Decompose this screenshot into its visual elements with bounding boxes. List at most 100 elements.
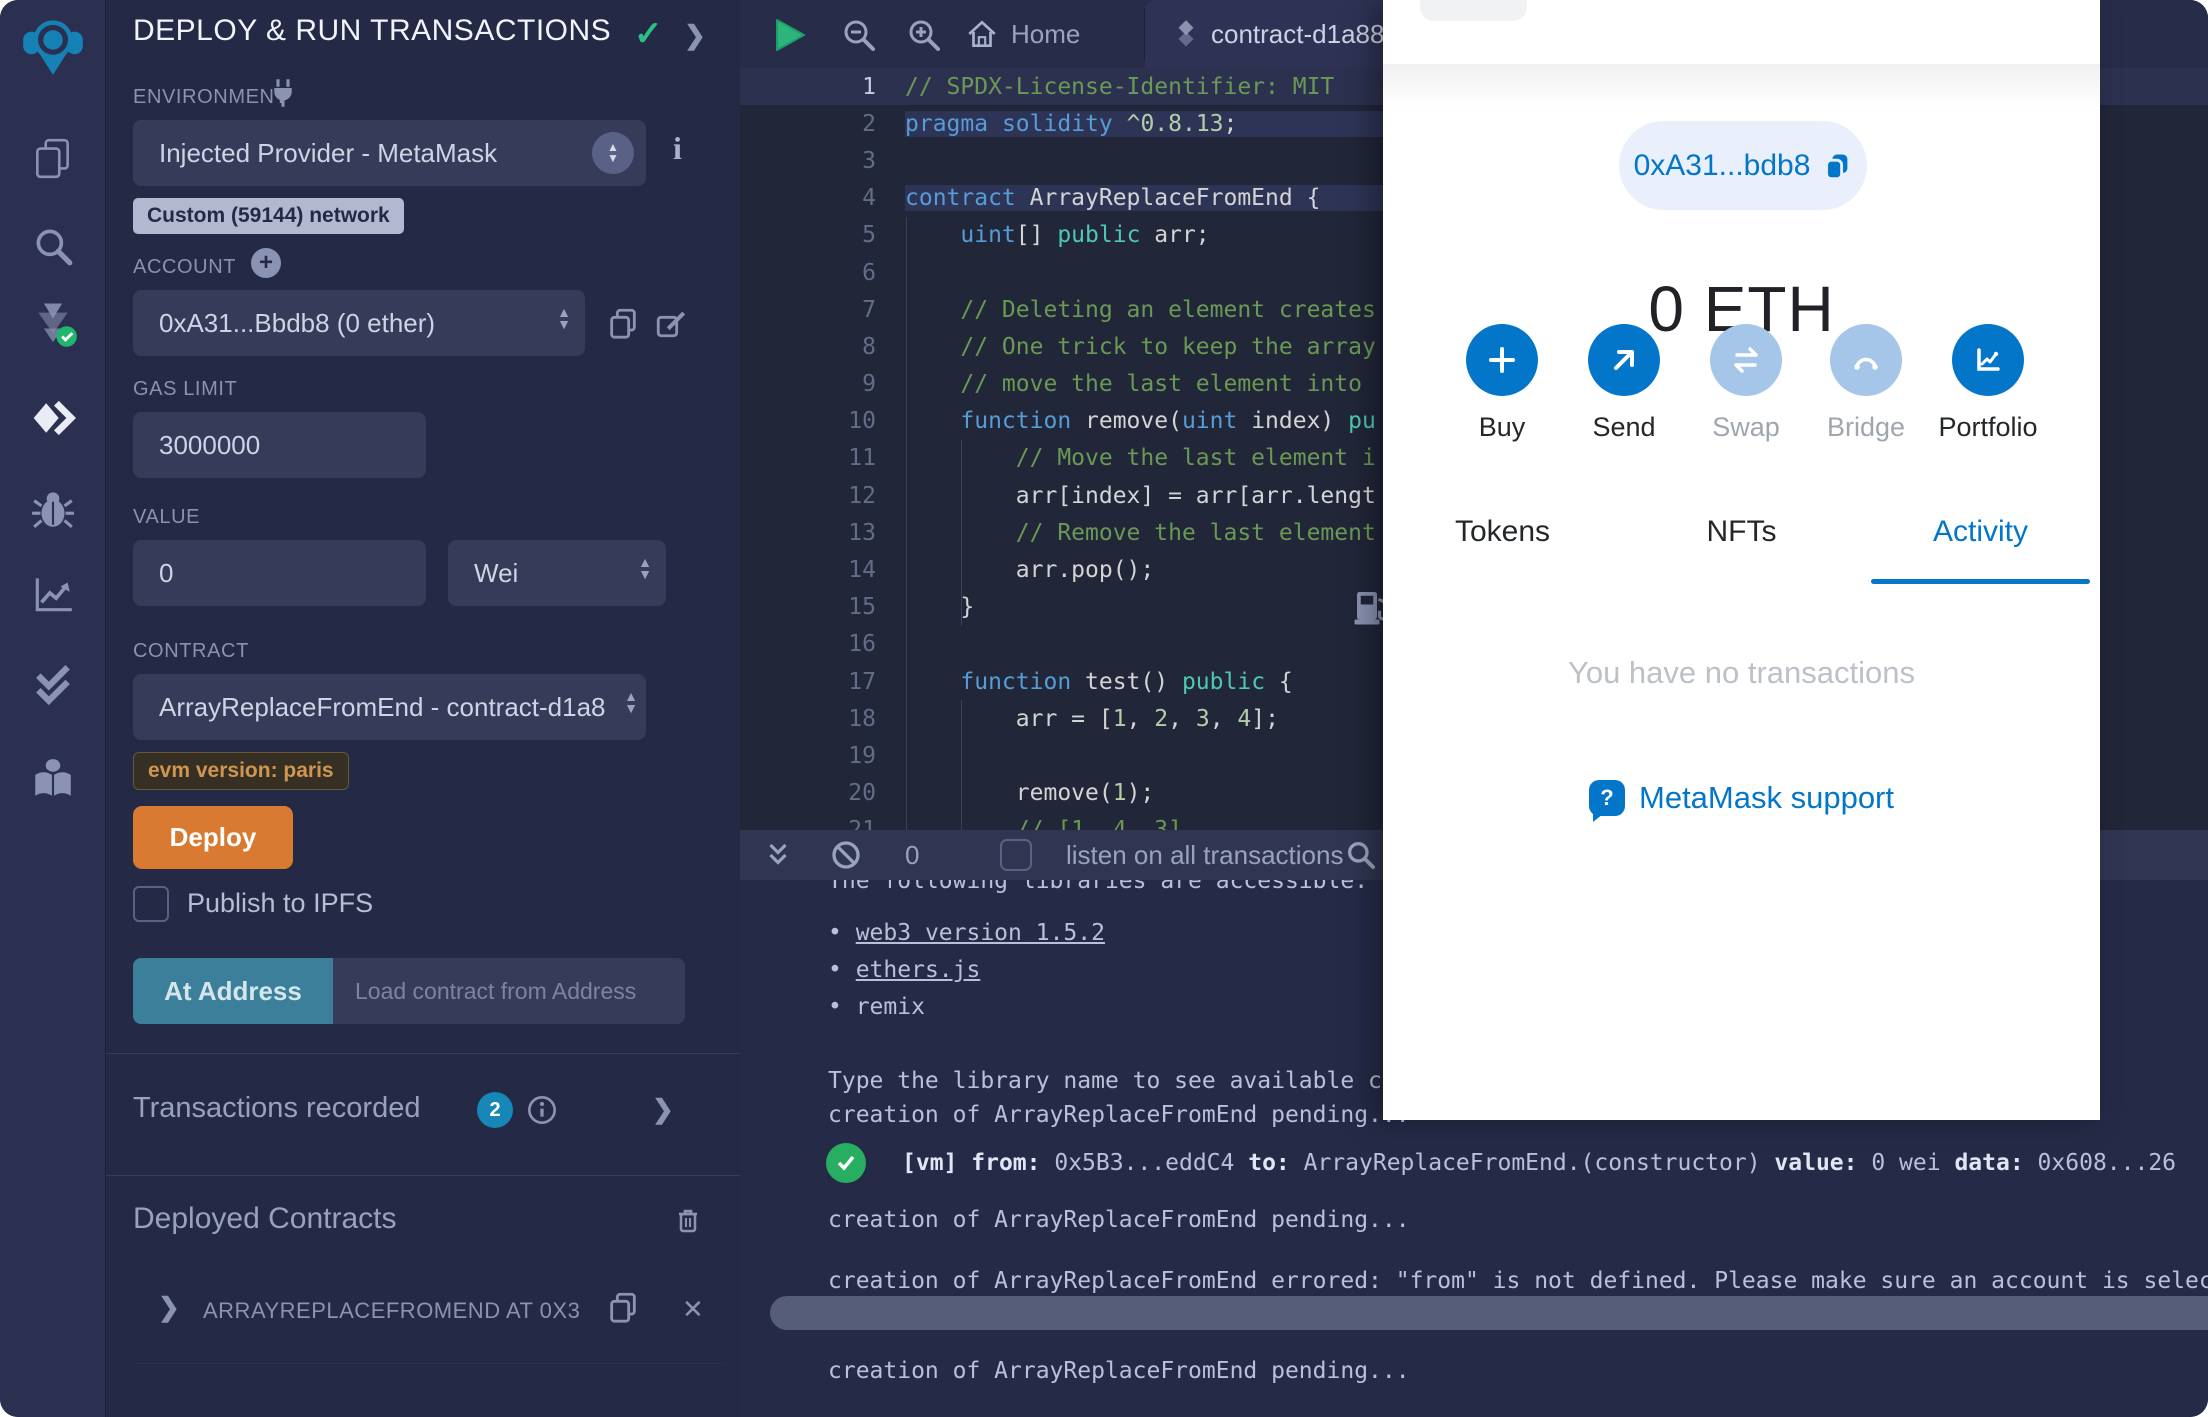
zoom-out-icon[interactable] xyxy=(840,16,878,54)
panel-check-icon: ✓ xyxy=(634,15,663,53)
environment-label: ENVIRONMENT xyxy=(133,86,288,108)
tab-tokens[interactable]: Tokens xyxy=(1383,507,1622,584)
network-badge: Custom (59144) network xyxy=(133,198,404,234)
line-number: 2 xyxy=(862,110,876,137)
sidebar-item-debugger[interactable] xyxy=(0,473,105,543)
pending-tx-count: 0 xyxy=(905,840,920,870)
clear-terminal-icon[interactable] xyxy=(830,839,862,871)
sidebar-item-learneth[interactable] xyxy=(0,743,105,813)
copy-deployed-icon[interactable] xyxy=(606,1290,640,1324)
buy-button[interactable] xyxy=(1466,324,1538,396)
terminal-log-line: • ethers.js xyxy=(828,957,981,983)
divider xyxy=(133,1363,725,1364)
listen-transactions-checkbox[interactable] xyxy=(1000,839,1032,871)
at-address-input[interactable] xyxy=(333,958,685,1024)
deployed-item-label: ARRAYREPLACEFROMEND AT 0X3 xyxy=(203,1298,581,1323)
line-number: 20 xyxy=(848,780,876,807)
account-select[interactable]: 0xA31...Bbdb8 (0 ether) ▲ ▼ xyxy=(133,290,585,356)
play-icon[interactable] xyxy=(773,17,807,53)
transactions-info-icon[interactable] xyxy=(526,1094,558,1126)
transactions-recorded-label: Transactions recorded xyxy=(133,1092,421,1124)
chart-icon xyxy=(1977,348,2000,371)
value-label: VALUE xyxy=(133,506,201,528)
sidebar-item-unit-testing[interactable] xyxy=(0,649,105,719)
portfolio-button[interactable] xyxy=(1952,324,2024,396)
remix-logo-icon xyxy=(22,20,83,75)
deploy-button[interactable]: Deploy xyxy=(133,806,293,869)
sidebar-item-search[interactable] xyxy=(0,211,105,281)
remix-ide-window: DEPLOY & RUN TRANSACTIONS ✓ ❯ ENVIRONMEN… xyxy=(0,0,2208,1417)
metamask-support-label: MetaMask support xyxy=(1639,780,1894,815)
copy-address-icon[interactable] xyxy=(1822,151,1852,181)
code-text: arr[index] = arr[arr.lengt xyxy=(905,482,1376,509)
edit-account-icon[interactable] xyxy=(654,306,688,340)
action-buttons-row: Buy Send Swap Bridge Portfolio xyxy=(1383,324,2100,474)
swap-icon xyxy=(1734,347,1758,373)
wallet-tabs: Tokens NFTs Activity xyxy=(1383,507,2100,584)
terminal-vm-log-line[interactable]: [vm] from: 0x5B3...eddC4 to: ArrayReplac… xyxy=(826,1143,2190,1183)
buy-action: Buy xyxy=(1442,324,1562,443)
add-account-icon[interactable]: + xyxy=(251,248,281,278)
zoom-in-icon[interactable] xyxy=(905,16,943,54)
line-number: 9 xyxy=(862,371,876,398)
metamask-network-pill-cut xyxy=(1420,0,1527,21)
solidity-file-icon xyxy=(1178,20,1194,47)
metamask-support-link[interactable]: ? MetaMask support xyxy=(1383,780,2100,822)
code-text: // move the last element into xyxy=(960,371,1362,398)
swap-label: Swap xyxy=(1712,412,1780,442)
divider xyxy=(106,1175,740,1176)
account-address-pill[interactable]: 0xA31...bdb8 xyxy=(1619,121,1867,210)
gas-limit-input[interactable] xyxy=(133,412,426,478)
remix-logo[interactable] xyxy=(0,10,105,80)
publish-ipfs-label: Publish to IPFS xyxy=(187,888,374,918)
environment-select-arrows-icon[interactable]: ▲ ▼ xyxy=(592,132,634,174)
code-text: // One trick to keep the array xyxy=(960,333,1376,360)
question-bubble-icon: ? xyxy=(1589,780,1625,822)
remove-deployed-icon[interactable]: ✕ xyxy=(682,1294,704,1325)
sidebar-item-file-explorer[interactable] xyxy=(0,123,105,193)
bridge-button xyxy=(1830,324,1902,396)
terminal-scrollbar[interactable] xyxy=(770,1296,2208,1330)
line-number: 3 xyxy=(862,147,876,174)
contract-select-arrows-icon: ▲ ▼ xyxy=(624,688,638,716)
line-number: 5 xyxy=(862,222,876,249)
sidebar-item-deploy-run[interactable] xyxy=(0,383,105,453)
buy-label: Buy xyxy=(1478,412,1526,442)
value-input[interactable] xyxy=(133,540,426,606)
line-number: 21 xyxy=(740,817,876,830)
tab-activity[interactable]: Activity xyxy=(1861,507,2100,584)
publish-ipfs-checkbox[interactable] xyxy=(133,886,169,922)
terminal-search-icon[interactable] xyxy=(1345,839,1377,871)
collapse-chevrons-icon[interactable] xyxy=(763,840,793,870)
portfolio-action: Portfolio xyxy=(1928,324,2048,443)
sidebar-item-analytics[interactable] xyxy=(0,559,105,629)
line-number: 18 xyxy=(848,705,876,732)
no-transactions-text: You have no transactions xyxy=(1568,655,1915,690)
search-icon xyxy=(36,229,72,266)
sidebar-item-solidity-compiler[interactable] xyxy=(0,289,105,359)
panel-collapse-icon[interactable]: ❯ xyxy=(684,20,706,51)
code-text: uint[] public arr; xyxy=(960,222,1210,249)
line-number: 14 xyxy=(848,557,876,584)
transactions-expand-icon[interactable]: ❯ xyxy=(652,1094,674,1125)
tab-home[interactable]: Home xyxy=(965,0,1080,68)
copy-account-icon[interactable] xyxy=(606,306,640,340)
environment-select[interactable]: Injected Provider - MetaMask ▲ ▼ xyxy=(133,120,646,186)
success-check-icon xyxy=(826,1143,866,1183)
at-address-button[interactable]: At Address xyxy=(133,958,333,1024)
terminal-log-line: creation of ArrayReplaceFromEnd errored:… xyxy=(828,1268,2208,1294)
contract-select[interactable]: ArrayReplaceFromEnd - contract-d1a8 ▲ ▼ xyxy=(133,674,646,740)
tab-nfts[interactable]: NFTs xyxy=(1622,507,1861,584)
environment-info-icon[interactable]: i xyxy=(673,130,682,167)
value-unit-select[interactable]: Wei ▲ ▼ xyxy=(448,540,666,606)
send-button[interactable] xyxy=(1588,324,1660,396)
transactions-count-badge: 2 xyxy=(477,1092,513,1128)
terminal-log-line: creation of ArrayReplaceFromEnd pending.… xyxy=(828,1358,1410,1384)
trash-icon[interactable] xyxy=(672,1204,704,1236)
bridge-icon xyxy=(1854,357,1878,370)
panel-title: DEPLOY & RUN TRANSACTIONS xyxy=(133,14,612,47)
deployed-item-expand-icon[interactable]: ❯ xyxy=(158,1292,180,1323)
metamask-popup: 0xA31...bdb8 0 ETH Buy Send Swap Bridge Port… xyxy=(1383,0,2100,1120)
environment-value: Injected Provider - MetaMask xyxy=(159,137,498,168)
line-number: 16 xyxy=(848,631,876,658)
